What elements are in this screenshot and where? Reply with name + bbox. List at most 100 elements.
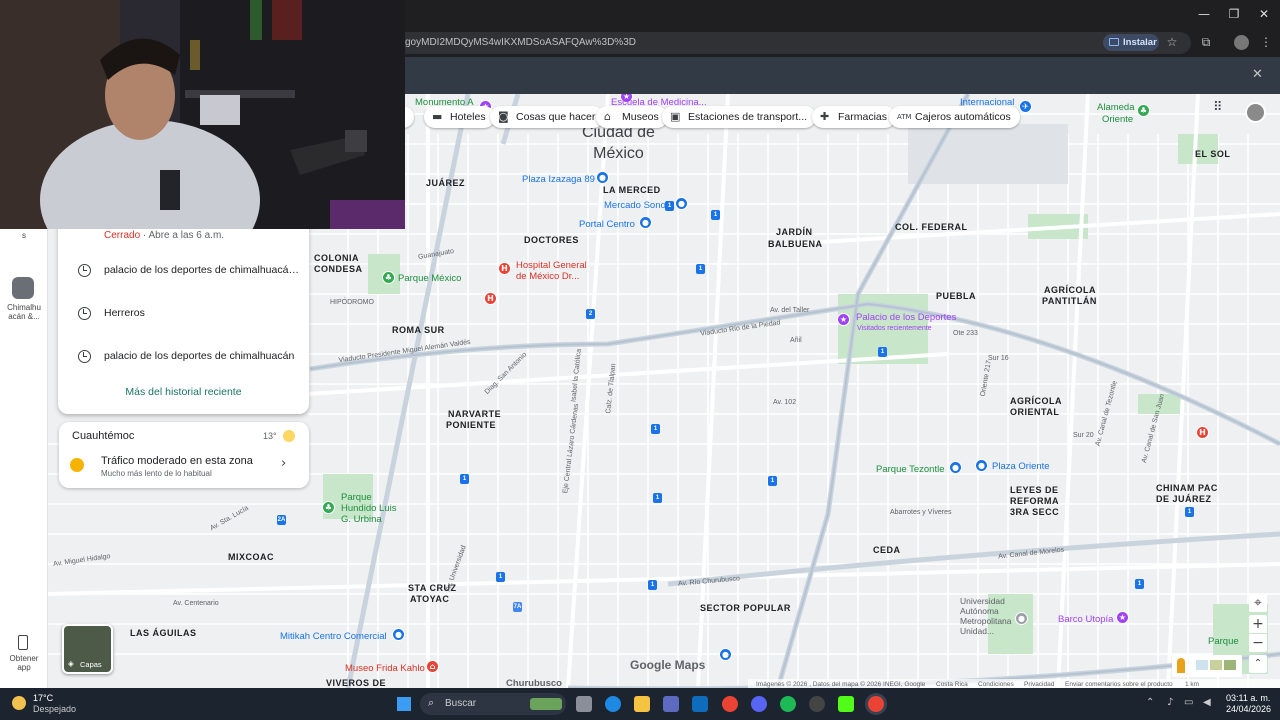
chip-museos[interactable]: ⌂ Museos: [596, 106, 668, 128]
metro-station-icon[interactable]: 1: [768, 476, 777, 486]
teams-icon[interactable]: [663, 696, 679, 712]
history-item[interactable]: Herreros: [58, 293, 309, 335]
park-pin-icon[interactable]: ♣: [322, 501, 335, 514]
minimize-icon[interactable]: —: [1192, 5, 1216, 23]
history-item[interactable]: palacio de los deportes de chimalhuacán.…: [58, 250, 309, 292]
get-app-link[interactable]: Obtener app: [2, 654, 46, 672]
chip-cosas-que-hacer[interactable]: ◙ Cosas que hacer: [490, 106, 605, 128]
shopping-pin-icon[interactable]: ●: [392, 628, 405, 641]
place-label[interactable]: Parque Tezontle: [876, 464, 945, 475]
layers-button[interactable]: ◈ Capas: [62, 624, 113, 674]
shopping-pin-icon[interactable]: ●: [675, 197, 688, 210]
pegman-icon[interactable]: [1177, 658, 1185, 673]
shopping-pin-icon[interactable]: ●: [949, 461, 962, 474]
hospital-pin-icon[interactable]: H: [1196, 426, 1209, 439]
metro-station-icon[interactable]: 1: [711, 210, 720, 220]
account-avatar[interactable]: [1245, 102, 1266, 123]
privacy-link[interactable]: Privacidad: [1024, 680, 1054, 688]
place-label[interactable]: Portal Centro: [579, 219, 635, 230]
metro-station-icon[interactable]: 1: [696, 264, 705, 274]
airport-pin-icon[interactable]: ✈: [1019, 100, 1032, 113]
metro-station-icon[interactable]: 1: [648, 580, 657, 590]
terrain-thumb[interactable]: [1196, 660, 1208, 670]
place-label[interactable]: Museo Frida Kahlo: [345, 663, 425, 674]
place-label[interactable]: Mercado Sonora: [604, 200, 674, 211]
chrome-active-icon[interactable]: [868, 696, 884, 712]
chip-cajeros[interactable]: ATM Cajeros automáticos: [889, 106, 1020, 128]
weather-desc[interactable]: Despejado: [33, 704, 76, 714]
chip-estaciones[interactable]: ▣ Estaciones de transport...: [662, 106, 817, 128]
feedback-link[interactable]: Enviar comentarios sobre el producto: [1065, 680, 1173, 688]
file-explorer-icon[interactable]: [634, 696, 650, 712]
place-label[interactable]: Alameda: [1097, 102, 1135, 113]
my-location-icon[interactable]: ⌖: [1249, 594, 1267, 612]
traffic-card[interactable]: Cuauhtémoc 13° Tráfico moderado en esta …: [59, 422, 309, 488]
place-label[interactable]: Parque: [341, 492, 372, 503]
museum-pin-icon[interactable]: ⌂: [426, 660, 439, 673]
recent-place-label[interactable]: Chimalhu acán &...: [2, 303, 46, 321]
metro-station-icon[interactable]: 1: [460, 474, 469, 484]
phone-icon[interactable]: [18, 635, 28, 650]
place-label[interactable]: Plaza Izazaga 89: [522, 174, 595, 185]
discord-icon[interactable]: [751, 696, 767, 712]
park-pin-icon[interactable]: ♣: [1137, 104, 1150, 117]
kick-icon[interactable]: [838, 696, 854, 712]
metro-station-icon[interactable]: 1: [665, 201, 674, 211]
install-button[interactable]: Instalar: [1103, 34, 1159, 51]
metro-station-icon[interactable]: 1: [651, 424, 660, 434]
recent-place-thumbnail[interactable]: [12, 277, 34, 299]
windows-start-icon[interactable]: [397, 697, 411, 711]
url-text[interactable]: goyMDI2MDQyMS4wIKXMDSoASAFQAw%3D%3D: [405, 37, 636, 48]
place-label[interactable]: G. Urbina: [341, 514, 382, 525]
metro-station-icon[interactable]: 1: [653, 493, 662, 503]
edge-icon[interactable]: [605, 696, 621, 712]
chevron-up-icon[interactable]: ⌃: [1146, 697, 1154, 708]
profile-avatar[interactable]: [1234, 35, 1249, 50]
metro-station-icon[interactable]: 1: [1185, 507, 1194, 517]
place-label[interactable]: Hundido Luis: [341, 503, 396, 514]
place-label[interactable]: de México Dr...: [516, 271, 579, 282]
chip-hoteles[interactable]: ▬ Hoteles: [424, 106, 495, 128]
close-icon[interactable]: ✕: [1252, 5, 1276, 23]
outlook-icon[interactable]: [692, 696, 708, 712]
place-label[interactable]: Unidad...: [960, 626, 994, 637]
bookmark-star-icon[interactable]: ☆: [1165, 35, 1179, 49]
satellite-thumb[interactable]: [1210, 660, 1222, 670]
clock-time[interactable]: 03:11 a. m.: [1226, 693, 1270, 703]
app-icon[interactable]: [809, 696, 825, 712]
weather-moon-icon[interactable]: [12, 696, 26, 710]
hospital-pin-icon[interactable]: H: [498, 262, 511, 275]
place-label[interactable]: Parque México: [398, 273, 461, 284]
restore-icon[interactable]: ❐: [1222, 5, 1246, 23]
place-label[interactable]: Palacio de los Deportes: [856, 312, 956, 323]
metro-station-icon[interactable]: 2A: [277, 515, 286, 525]
taskbar-search-box[interactable]: ⌕ Buscar: [420, 693, 566, 715]
park-pin-icon[interactable]: ♣: [382, 271, 395, 284]
place-label[interactable]: Barco Utopía: [1058, 614, 1113, 625]
shopping-pin-icon[interactable]: ●: [639, 216, 652, 229]
place-label[interactable]: Mitikah Centro Comercial: [280, 631, 387, 642]
terms-link[interactable]: Condiciones: [978, 680, 1014, 688]
country-link[interactable]: Costa Rica: [936, 680, 968, 688]
mic-icon[interactable]: ♪: [1167, 697, 1173, 708]
traffic-thumb[interactable]: [1224, 660, 1236, 670]
place-pin-icon[interactable]: ★: [1116, 611, 1129, 624]
apps-grid-icon[interactable]: ⠿: [1213, 100, 1223, 115]
weather-temp[interactable]: 17°C: [33, 693, 53, 703]
shopping-pin-icon[interactable]: ●: [596, 171, 609, 184]
menu-kebab-icon[interactable]: ⋮: [1259, 35, 1273, 49]
place-label[interactable]: Parque: [1208, 636, 1239, 647]
school-pin-icon[interactable]: ●: [1015, 612, 1028, 625]
more-history-link[interactable]: Más del historial reciente: [58, 386, 309, 398]
infobar-close-icon[interactable]: ✕: [1252, 67, 1263, 82]
task-view-icon[interactable]: [576, 696, 592, 712]
chrome-icon[interactable]: [722, 696, 738, 712]
network-icon[interactable]: ▭: [1184, 697, 1193, 708]
metro-station-icon[interactable]: 2: [586, 309, 595, 319]
imagery-strip[interactable]: [1172, 655, 1242, 677]
volume-icon[interactable]: ◀: [1203, 697, 1211, 708]
metro-station-icon[interactable]: 1: [1135, 579, 1144, 589]
metro-station-icon[interactable]: 1: [878, 347, 887, 357]
zoom-out-button[interactable]: −: [1249, 634, 1267, 652]
zoom-in-button[interactable]: +: [1249, 615, 1267, 633]
